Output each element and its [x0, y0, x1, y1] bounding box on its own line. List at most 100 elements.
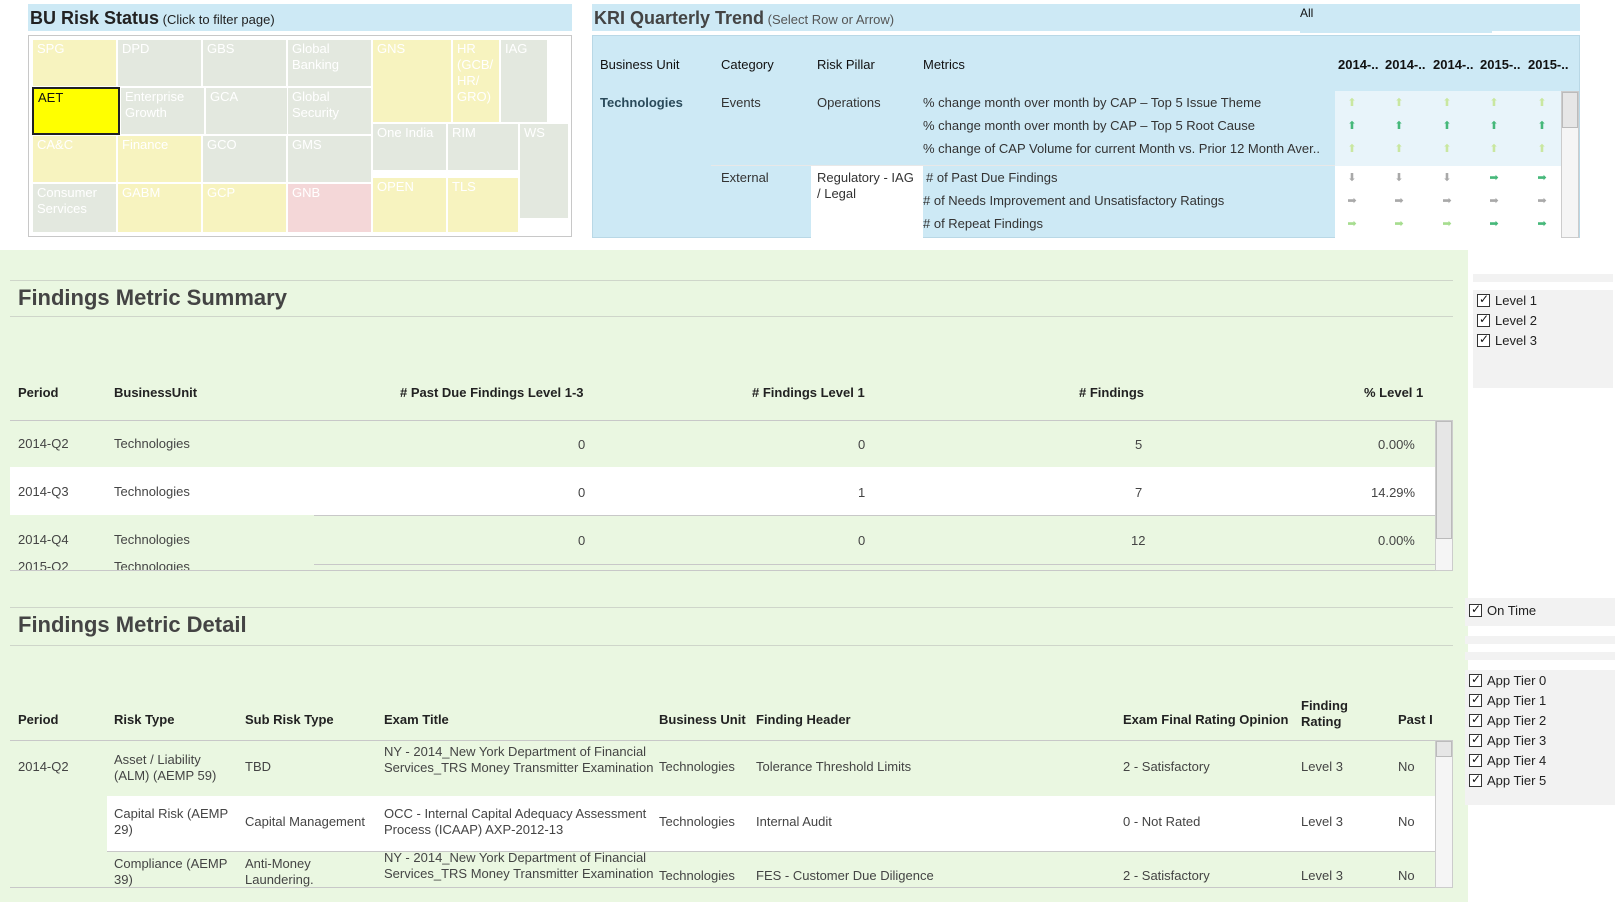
- on-time-option[interactable]: On Time: [1469, 602, 1536, 618]
- kri-scrollbar[interactable]: [1561, 91, 1579, 238]
- tile-rim[interactable]: RIM: [447, 123, 519, 171]
- detail-col-rating-opinion[interactable]: Exam Final Rating Opinion: [1123, 712, 1288, 727]
- kri-metric-row[interactable]: % change month over month by CAP – Top 5…: [923, 118, 1255, 133]
- table-row[interactable]: [10, 467, 1435, 515]
- detail-col-sub-risk[interactable]: Sub Risk Type: [245, 712, 334, 727]
- arrow-up-icon[interactable]: ⬆: [1392, 119, 1406, 132]
- kri-scroll-thumb[interactable]: [1562, 92, 1578, 128]
- arrow-right-icon[interactable]: ➡: [1487, 217, 1501, 230]
- arrow-down-icon[interactable]: ⬇: [1440, 171, 1454, 184]
- arrow-right-icon[interactable]: ➡: [1535, 194, 1549, 207]
- kri-all-filter[interactable]: All: [1300, 4, 1492, 34]
- detail-scrollbar[interactable]: [1435, 740, 1453, 888]
- arrow-up-icon[interactable]: ⬆: [1345, 96, 1359, 109]
- kri-metric-row[interactable]: # of Past Due Findings: [926, 170, 1058, 185]
- arrow-right-icon[interactable]: ➡: [1535, 171, 1549, 184]
- arrow-down-icon[interactable]: ⬇: [1392, 171, 1406, 184]
- level-3-option[interactable]: Level 3: [1477, 332, 1537, 348]
- arrow-down-icon[interactable]: ⬇: [1345, 171, 1359, 184]
- detail-col-bu[interactable]: Business Unit: [659, 712, 746, 727]
- kri-category-events[interactable]: Events: [721, 95, 761, 110]
- arrow-up-icon[interactable]: ⬆: [1440, 96, 1454, 109]
- checkbox-icon[interactable]: [1469, 772, 1482, 787]
- kri-col-q2[interactable]: 2014-..: [1385, 57, 1425, 72]
- tile-spg[interactable]: SPG: [32, 39, 117, 87]
- app-tier-4-option[interactable]: App Tier 4: [1469, 752, 1546, 768]
- kri-metric-row[interactable]: # of Needs Improvement and Unsatisfactor…: [923, 193, 1224, 208]
- arrow-up-icon[interactable]: ⬆: [1392, 96, 1406, 109]
- detail-col-period[interactable]: Period: [18, 712, 58, 727]
- detail-col-risk-type[interactable]: Risk Type: [114, 712, 174, 727]
- arrow-right-icon[interactable]: ➡: [1535, 217, 1549, 230]
- tile-gns[interactable]: GNS: [372, 39, 452, 123]
- tile-gca[interactable]: GCA: [205, 87, 290, 135]
- arrow-right-icon[interactable]: ➡: [1440, 217, 1454, 230]
- app-tier-1-option[interactable]: App Tier 1: [1469, 692, 1546, 708]
- arrow-up-icon[interactable]: ⬆: [1440, 119, 1454, 132]
- app-tier-5-option[interactable]: App Tier 5: [1469, 772, 1546, 788]
- arrow-right-icon[interactable]: ➡: [1440, 194, 1454, 207]
- summary-col-level1[interactable]: # Findings Level 1: [752, 385, 865, 400]
- app-tier-2-option[interactable]: App Tier 2: [1469, 712, 1546, 728]
- kri-category-external[interactable]: External: [721, 170, 769, 185]
- kri-col-q5[interactable]: 2015-..: [1528, 57, 1568, 72]
- tile-aet[interactable]: AET: [32, 87, 120, 135]
- detail-col-exam-title[interactable]: Exam Title: [384, 712, 449, 727]
- tile-gabm[interactable]: GABM: [117, 183, 202, 233]
- tile-consumer-services[interactable]: Consumer Services: [32, 183, 117, 233]
- tile-global-banking[interactable]: Global Banking: [287, 39, 372, 87]
- tile-gbs[interactable]: GBS: [202, 39, 287, 87]
- kri-metric-row[interactable]: # of Repeat Findings: [923, 216, 1043, 231]
- summary-col-past-due[interactable]: # Past Due Findings Level 1-3: [400, 385, 584, 400]
- arrow-up-icon[interactable]: ⬆: [1535, 96, 1549, 109]
- kri-pillar-regulatory[interactable]: Regulatory - IAG / Legal: [817, 170, 921, 202]
- tile-gco[interactable]: GCO: [202, 135, 287, 183]
- tile-gms[interactable]: GMS: [287, 135, 372, 183]
- arrow-up-icon[interactable]: ⬆: [1487, 96, 1501, 109]
- checkbox-icon[interactable]: [1477, 332, 1490, 347]
- tile-gnb[interactable]: GNB: [287, 183, 372, 233]
- tile-hr[interactable]: HR (GCB/ HR/ GRO): [452, 39, 500, 123]
- detail-scroll-thumb[interactable]: [1436, 741, 1452, 757]
- arrow-right-icon[interactable]: ➡: [1487, 171, 1501, 184]
- summary-col-findings[interactable]: # Findings: [1079, 385, 1144, 400]
- arrow-up-icon[interactable]: ⬆: [1345, 119, 1359, 132]
- tile-cac[interactable]: CA&C: [32, 135, 117, 183]
- arrow-up-icon[interactable]: ⬆: [1345, 142, 1359, 155]
- kri-col-q4[interactable]: 2015-..: [1480, 57, 1520, 72]
- arrow-up-icon[interactable]: ⬆: [1487, 142, 1501, 155]
- kri-pillar-operations[interactable]: Operations: [817, 95, 881, 110]
- tile-gcp[interactable]: GCP: [202, 183, 287, 233]
- summary-col-bu[interactable]: BusinessUnit: [114, 385, 197, 400]
- detail-col-past[interactable]: Past I: [1398, 712, 1433, 727]
- tile-tls[interactable]: TLS: [447, 177, 519, 233]
- arrow-right-icon[interactable]: ➡: [1392, 194, 1406, 207]
- kri-col-q1[interactable]: 2014-..: [1338, 57, 1378, 72]
- tile-finance[interactable]: Finance: [117, 135, 202, 183]
- checkbox-icon[interactable]: [1469, 602, 1482, 617]
- summary-col-pct[interactable]: % Level 1: [1364, 385, 1423, 400]
- detail-col-finding-header[interactable]: Finding Header: [756, 712, 851, 727]
- table-row[interactable]: Compliance (AEMP 39) Anti-Money Launderi…: [107, 852, 1435, 888]
- tile-open[interactable]: OPEN: [372, 177, 447, 233]
- checkbox-icon[interactable]: [1469, 692, 1482, 707]
- arrow-up-icon[interactable]: ⬆: [1535, 142, 1549, 155]
- level-1-option[interactable]: Level 1: [1477, 292, 1537, 308]
- kri-business-unit[interactable]: Technologies: [600, 95, 683, 110]
- arrow-up-icon[interactable]: ⬆: [1392, 142, 1406, 155]
- kri-metric-row[interactable]: % change of CAP Volume for current Month…: [923, 141, 1320, 156]
- summary-scroll-thumb[interactable]: [1436, 421, 1452, 539]
- tile-global-security[interactable]: Global Security: [287, 87, 372, 135]
- tile-one-india[interactable]: One India: [372, 123, 447, 171]
- checkbox-icon[interactable]: [1477, 312, 1490, 327]
- summary-col-period[interactable]: Period: [18, 385, 58, 400]
- app-tier-0-option[interactable]: App Tier 0: [1469, 672, 1546, 688]
- app-tier-3-option[interactable]: App Tier 3: [1469, 732, 1546, 748]
- checkbox-icon[interactable]: [1477, 292, 1490, 307]
- arrow-up-icon[interactable]: ⬆: [1487, 119, 1501, 132]
- checkbox-icon[interactable]: [1469, 732, 1482, 747]
- tile-iag[interactable]: IAG: [500, 39, 548, 123]
- kri-col-q3[interactable]: 2014-..: [1433, 57, 1473, 72]
- checkbox-icon[interactable]: [1469, 752, 1482, 767]
- arrow-right-icon[interactable]: ➡: [1345, 194, 1359, 207]
